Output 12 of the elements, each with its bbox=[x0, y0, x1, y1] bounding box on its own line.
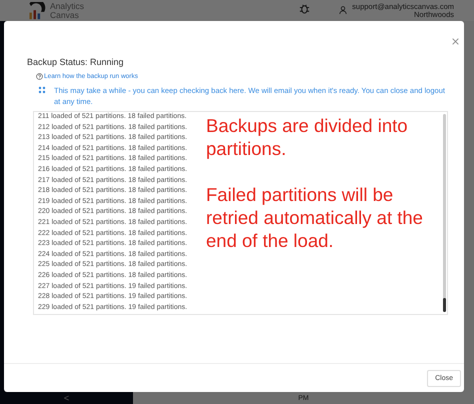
bug-icon[interactable] bbox=[299, 3, 310, 14]
annotation-text: Failed partitions will be retried automatically at the end of the load. bbox=[206, 183, 424, 252]
annotation-text: Backups are divided into partitions. bbox=[206, 114, 409, 160]
loading-icon bbox=[38, 86, 46, 94]
user-icon[interactable] bbox=[339, 6, 348, 14]
backup-status: Backup Status: Running bbox=[27, 57, 125, 67]
scrollbar-thumb[interactable] bbox=[443, 298, 446, 312]
help-icon bbox=[36, 73, 43, 80]
logo-text: Analytics bbox=[50, 2, 84, 11]
logo-text: Canvas bbox=[50, 11, 79, 20]
sidebar-toggle[interactable]: < bbox=[64, 393, 70, 404]
close-icon[interactable] bbox=[452, 38, 459, 45]
